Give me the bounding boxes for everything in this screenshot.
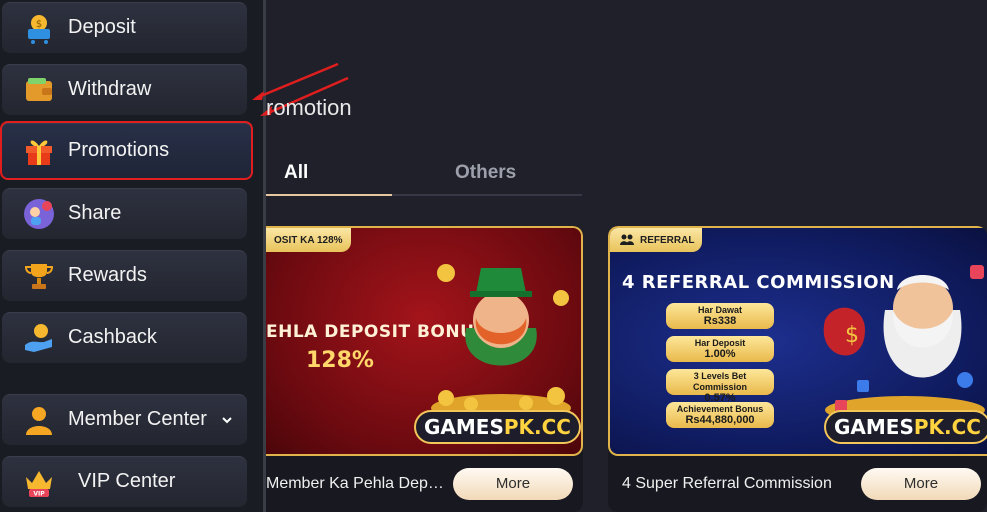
crown-vip-icon: VIP [22,465,56,499]
cashback-icon [22,321,56,355]
leprechaun-illustration [431,264,571,418]
commission-pill: Achievement Bonus Rs44,880,000 [666,402,774,428]
share-icon [22,197,56,231]
ribbon-label: REFERRAL [640,234,695,246]
pill-value: 1.00% [704,348,736,360]
wallet-icon [22,73,56,107]
pill-value: Rs44,880,000 [685,414,755,426]
brand-logo-accent: PK.CC [503,415,571,439]
more-button[interactable]: More [453,468,573,500]
zeus-illustration: $ [823,265,985,420]
sidebar-item-deposit[interactable]: $ Deposit [2,2,247,53]
promo-card[interactable]: REFERRAL 4 REFERRAL COMMISSION Har Dawat… [608,226,987,512]
commission-pill: 3 Levels Bet Commission 0.57% [666,369,774,404]
promo-ribbon: REFERRAL [610,228,703,252]
tab-others[interactable]: Others [455,162,516,184]
sidebar-item-vip-center[interactable]: VIP VIP Center [2,456,247,507]
sidebar-item-label: Cashback [68,326,157,348]
sidebar-item-withdraw[interactable]: Withdraw [2,64,247,115]
wallet-cart-icon: $ [22,11,56,45]
promo-card-title: Member Ka Pehla Depo… [266,475,444,492]
banner-value: 128% [306,348,374,373]
sidebar-item-label: Promotions [68,139,170,161]
sidebar-item-cashback[interactable]: Cashback [2,312,247,363]
sidebar: $ Deposit Withdraw Promotions Share Rewa… [0,0,263,512]
promo-card-title: 4 Super Referral Commission [622,475,832,492]
svg-text:$: $ [36,19,42,30]
brand-logo-main: GAMES [834,415,914,439]
brand-logo: GAMES PK.CC [824,410,987,444]
commission-pill: Har Dawat Rs338 [666,303,774,329]
users-icon [620,234,634,245]
sidebar-item-member-center[interactable]: Member Center [2,394,247,445]
tab-active-indicator [266,194,392,196]
sidebar-item-share[interactable]: Share [2,188,247,239]
svg-text:$: $ [845,323,859,348]
brand-logo: GAMES PK.CC [414,410,581,444]
brand-logo-accent: PK.CC [913,415,981,439]
sidebar-item-label: Share [68,202,122,224]
pill-label: 3 Levels Bet Commission [692,371,747,392]
sidebar-item-label: Member Center [68,408,207,430]
sidebar-item-label: Withdraw [68,78,152,100]
brand-logo-main: GAMES [424,415,504,439]
page-title: romotion [266,95,352,120]
promo-card[interactable]: OSIT KA 128% EHLA DEPOSIT BONUS 128% GAM… [266,226,583,512]
tab-all[interactable]: All [284,162,308,184]
sidebar-item-rewards[interactable]: Rewards [2,250,247,301]
more-button[interactable]: More [861,468,981,500]
promo-banner[interactable]: REFERRAL 4 REFERRAL COMMISSION Har Dawat… [608,226,987,456]
gift-icon [22,134,56,168]
svg-text:VIP: VIP [33,490,45,497]
sidebar-item-promotions[interactable]: Promotions [0,121,253,180]
user-icon [22,403,56,437]
chevron-down-icon[interactable] [221,414,233,426]
commission-pill: Har Deposit 1.00% [666,336,774,362]
sidebar-item-label: VIP Center [78,470,176,492]
pill-value: Rs338 [703,315,737,327]
trophy-icon [22,259,56,293]
promo-banner[interactable]: OSIT KA 128% EHLA DEPOSIT BONUS 128% GAM… [266,226,583,456]
promo-ribbon: OSIT KA 128% [266,228,351,252]
sidebar-item-label: Deposit [68,16,136,38]
sidebar-item-label: Rewards [68,264,147,286]
